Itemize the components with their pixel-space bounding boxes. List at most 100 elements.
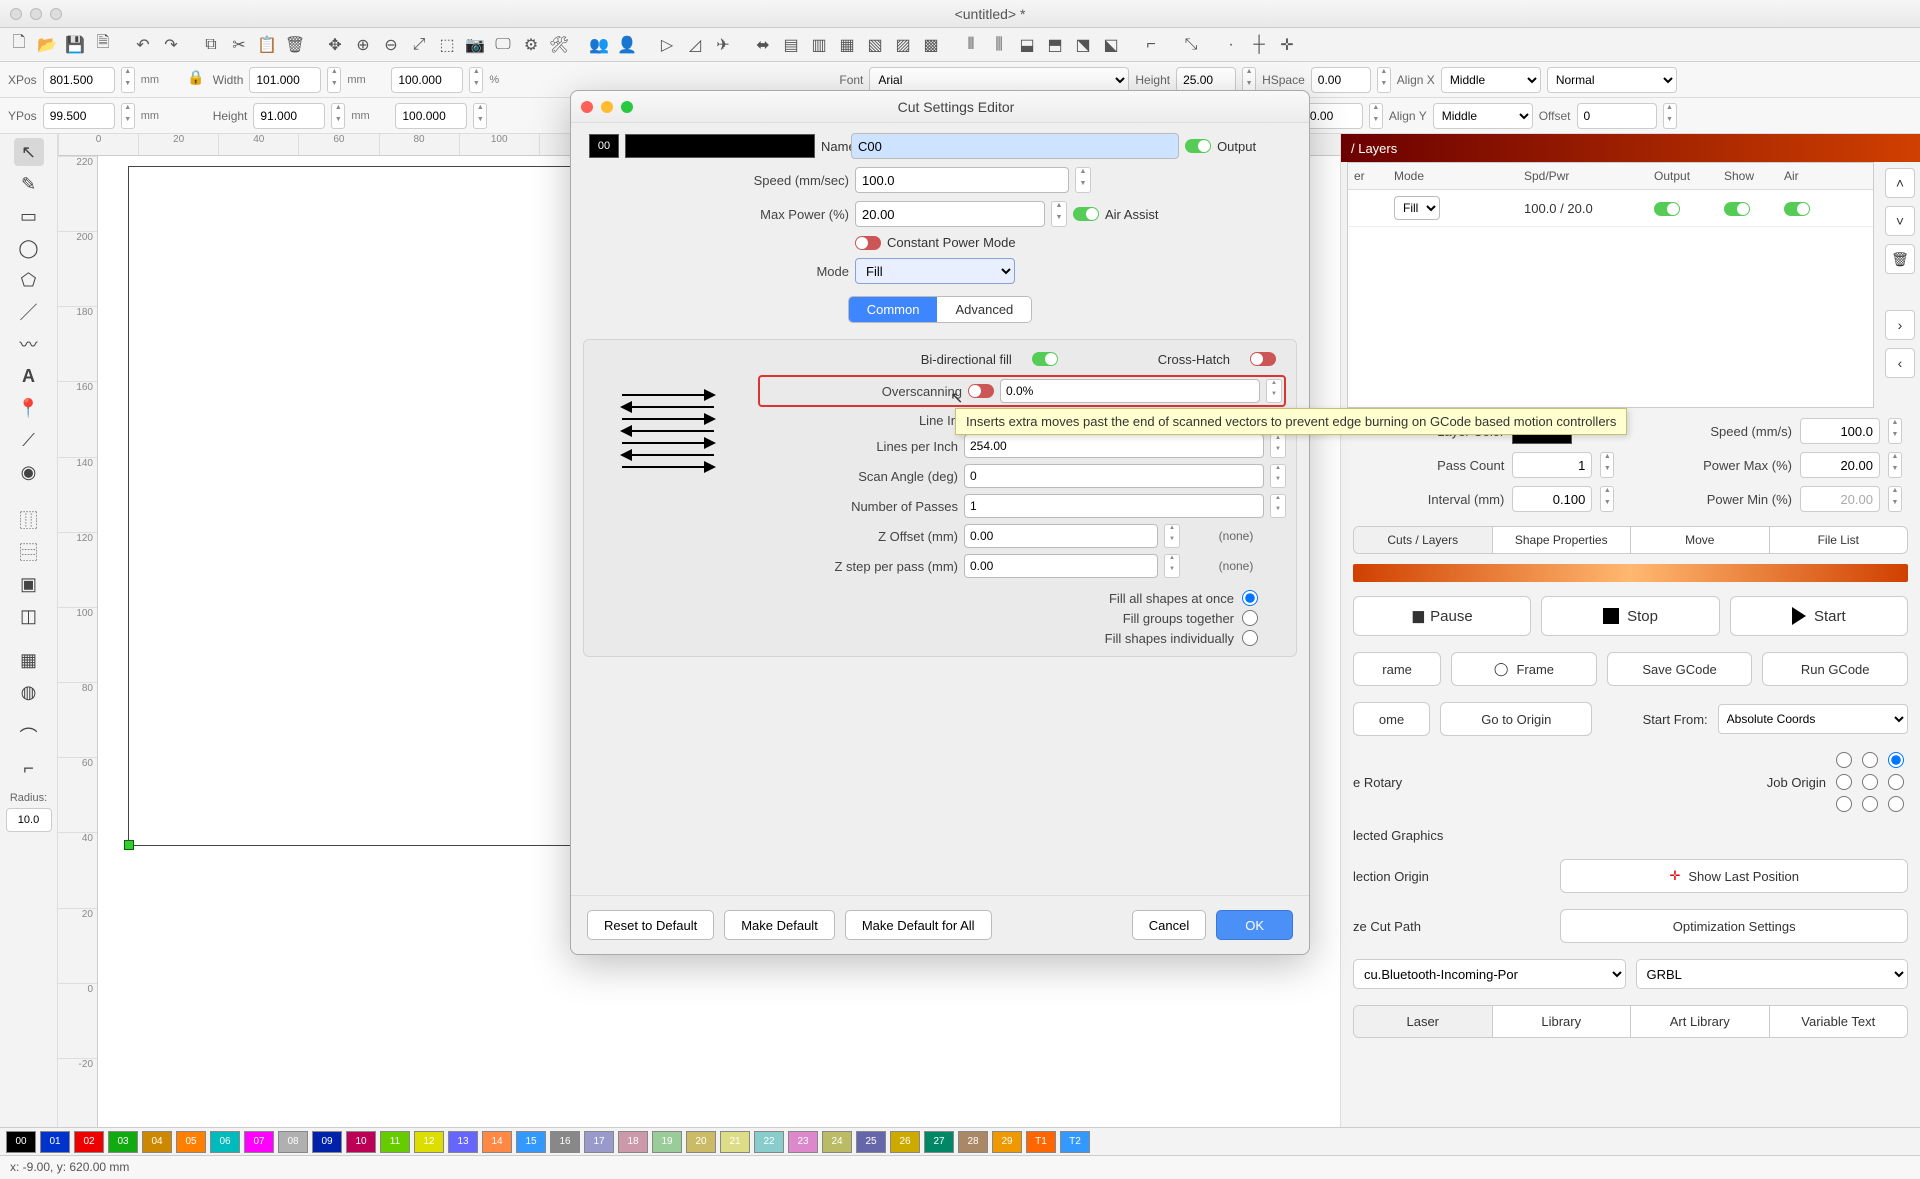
align-m-icon[interactable]: ▨ [890,32,916,58]
lp-speed-input[interactable] [1800,418,1880,444]
dialog-close-icon[interactable] [581,101,593,113]
common-advanced-seg[interactable]: Common Advanced [848,296,1033,323]
fheight-input[interactable] [1176,67,1236,93]
frame-button[interactable]: rame [1353,652,1441,686]
speed-spin[interactable]: ▲▼ [1075,167,1091,193]
corner-icon[interactable]: ⌐ [1138,32,1164,58]
angle-input[interactable] [964,464,1264,488]
offset-input[interactable] [1577,103,1657,129]
circle-tool-icon[interactable]: ◉ [14,458,44,486]
palette-chip[interactable]: 29 [992,1131,1022,1153]
palette-chip[interactable]: T1 [1026,1131,1056,1153]
palette-chip[interactable]: 19 [652,1131,682,1153]
right-tab[interactable]: Move [1631,527,1770,553]
common-tab[interactable]: Common [849,297,938,322]
speed-input[interactable] [855,167,1069,193]
make-default-button[interactable]: Make Default [724,910,835,940]
palette-chip[interactable]: 02 [74,1131,104,1153]
output-toggle[interactable] [1185,139,1211,153]
mirrorv-icon[interactable]: ◿ [682,32,708,58]
h100-spin[interactable]: ▲▼ [473,103,487,129]
align-l-icon[interactable]: ▤ [778,32,804,58]
lp-pass-input[interactable] [1512,452,1592,478]
origin-button[interactable]: Go to Origin [1440,702,1592,736]
advanced-tab[interactable]: Advanced [937,297,1031,322]
mode-select[interactable]: Normal [1547,67,1677,93]
new-icon[interactable]: 🗋 [6,32,32,58]
stop-button[interactable]: Stop [1541,596,1719,636]
fh-spin[interactable]: ▲▼ [1242,67,1256,93]
align-t-icon[interactable]: ▧ [862,32,888,58]
layer-up-icon[interactable]: ˄ [1885,168,1915,198]
align-c-icon[interactable]: ▥ [806,32,832,58]
tools-icon[interactable]: 🛠 [546,32,572,58]
move-rel-icon[interactable]: ⤡ [1178,32,1204,58]
copy-icon[interactable]: ⧉ [198,32,224,58]
ypos-spin[interactable]: ▲▼ [121,103,135,129]
user-icon[interactable]: 👤 [614,32,640,58]
gear-icon[interactable]: ⚙ [518,32,544,58]
layer-show-toggle[interactable] [1724,202,1750,216]
zoomout-icon[interactable]: ⊖ [378,32,404,58]
palette-chip[interactable]: T2 [1060,1131,1090,1153]
palette-chip[interactable]: 06 [210,1131,240,1153]
layer-air-toggle[interactable] [1784,202,1810,216]
min-dot[interactable] [30,8,42,20]
dist-d-icon[interactable]: ⬕ [1098,32,1124,58]
arrange3-icon[interactable]: ▣ [14,570,44,598]
mode-select-dlg[interactable]: Fill [855,258,1015,284]
bottom-tab[interactable]: Laser [1354,1006,1493,1037]
send-icon[interactable]: ✈ [710,32,736,58]
lpi-input[interactable] [964,434,1264,458]
palette-chip[interactable]: 26 [890,1131,920,1153]
lpi-spin[interactable]: ▲▼ [1270,434,1286,458]
close-dot[interactable] [10,8,22,20]
snap2-icon[interactable]: ┼ [1246,32,1272,58]
hs-spin[interactable]: ▲▼ [1377,67,1391,93]
palette-chip[interactable]: 22 [754,1131,784,1153]
palette-chip[interactable]: 23 [788,1131,818,1153]
ellipse-tool-icon[interactable]: ◯ [14,234,44,262]
lock-icon[interactable]: 🔒 [185,69,207,91]
dist-a-icon[interactable]: ⬓ [1014,32,1040,58]
corner-tool-icon[interactable]: ⌐ [14,754,44,782]
right-tab[interactable]: Cuts / Layers [1354,527,1493,553]
dist-h-icon[interactable]: ⫴ [958,32,984,58]
palette-chip[interactable]: 05 [176,1131,206,1153]
job-origin-grid[interactable] [1836,752,1908,812]
align-r-icon[interactable]: ▦ [834,32,860,58]
fill-groups-radio[interactable]: Fill groups together [1123,610,1258,626]
start-button[interactable]: Start [1730,596,1908,636]
aligny-select[interactable]: Middle [1433,103,1533,129]
overscan-toggle[interactable] [968,384,994,398]
overscan-input[interactable] [1000,379,1260,403]
lp-pmin-input[interactable] [1800,486,1880,512]
snap3-icon[interactable]: ✛ [1274,32,1300,58]
select-tool-icon[interactable]: ↖ [14,138,44,166]
width-input[interactable] [249,67,321,93]
palette-chip[interactable]: 08 [278,1131,308,1153]
palette-chip[interactable]: 18 [618,1131,648,1153]
palette-chip[interactable]: 09 [312,1131,342,1153]
startfrom-select[interactable]: Absolute Coords [1718,704,1908,734]
bezier-tool-icon[interactable]: 〰 [14,330,44,358]
layer-out-toggle[interactable] [1654,202,1680,216]
vspace-input[interactable] [1303,103,1363,129]
const-toggle[interactable] [855,236,881,250]
font-select[interactable]: Arial [869,67,1129,93]
make-default-all-button[interactable]: Make Default for All [845,910,992,940]
text-tool-icon[interactable]: A [14,362,44,390]
device-type-select[interactable]: GRBL [1636,959,1909,989]
offset-tool-icon[interactable]: ⟋ [14,426,44,454]
xpos-spin[interactable]: ▲▼ [121,67,135,93]
layer-right-icon[interactable]: › [1885,310,1915,340]
cut-icon[interactable]: ✂ [226,32,252,58]
zoomsel-icon[interactable]: ⬚ [434,32,460,58]
ypos-input[interactable] [43,103,115,129]
palette-chip[interactable]: 21 [720,1131,750,1153]
polygon-tool-icon[interactable]: ⬠ [14,266,44,294]
line-tool-icon[interactable]: ／ [14,298,44,326]
redo-icon[interactable]: ↷ [158,32,184,58]
dist-v-icon[interactable]: ⫼ [986,32,1012,58]
vs-spin[interactable]: ▲▼ [1369,103,1383,129]
